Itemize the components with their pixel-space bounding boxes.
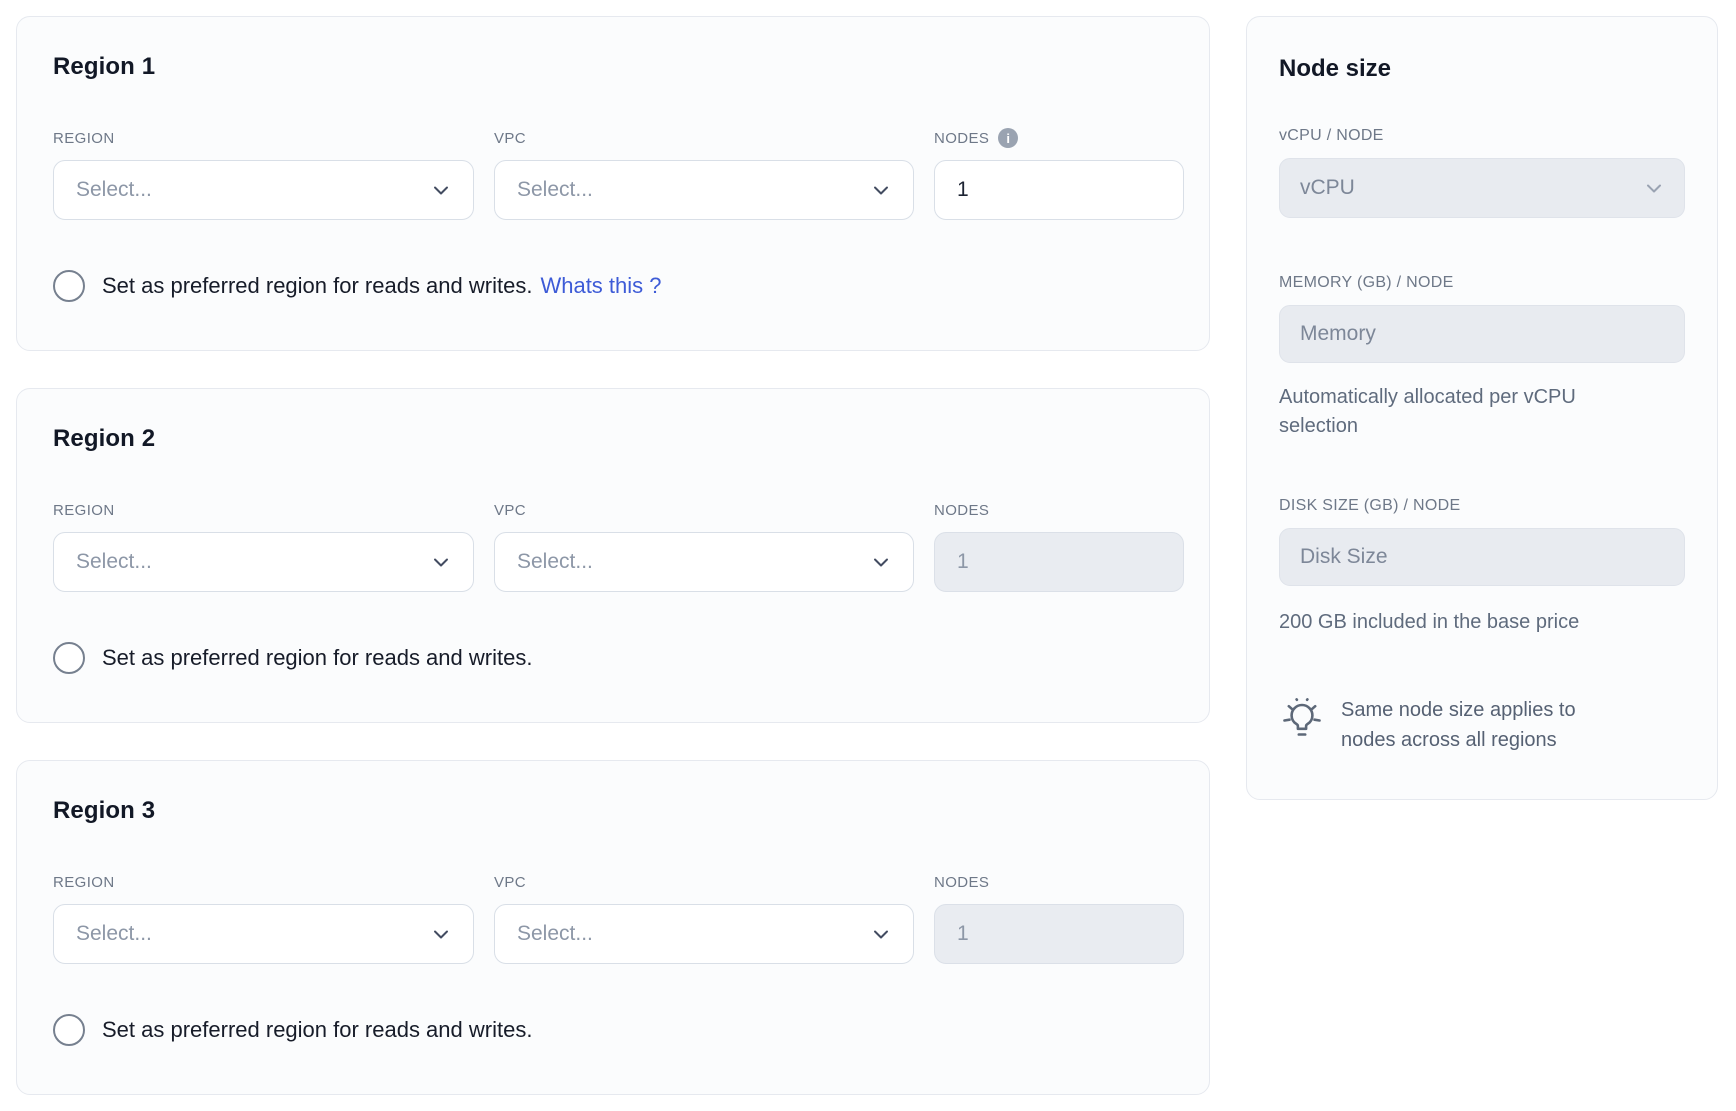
cluster-config-page: Region 1 REGION Select... VPC [0,0,1736,1111]
region-2-card: Region 2 REGION Select... VPC [16,388,1210,723]
region-2-vpc-label: VPC [494,501,914,519]
region-1-preferred-row: Set as preferred region for reads and wr… [53,270,1181,302]
disk-section: DISK SIZE (GB) / NODE 200 GB included in… [1279,497,1685,637]
region-label-text: REGION [53,874,115,891]
vpc-label-text: VPC [494,502,526,519]
memory-helper-text: Automatically allocated per vCPU selecti… [1279,383,1651,441]
memory-section: MEMORY (GB) / NODE Automatically allocat… [1279,274,1685,441]
vpc-select-placeholder: Select... [517,550,593,574]
region-label-text: REGION [53,130,115,147]
whats-this-link[interactable]: Whats this ? [540,273,661,299]
region-2-region-label: REGION [53,501,474,519]
chevron-down-icon [869,550,893,574]
vpc-select-placeholder: Select... [517,178,593,202]
region-1-nodes-label: NODES i [934,129,1184,147]
region-label-text: REGION [53,502,115,519]
region-3-nodes-input [934,904,1184,964]
nodes-label-text: NODES [934,874,989,891]
region-2-title: Region 2 [53,425,1181,453]
regions-column: Region 1 REGION Select... VPC [16,16,1210,1095]
region-1-nodes-input[interactable] [934,160,1184,220]
region-1-region-select[interactable]: Select... [53,160,474,220]
node-size-tip-text: Same node size applies to nodes across a… [1341,695,1613,755]
region-2-preferred-row: Set as preferred region for reads and wr… [53,642,1181,674]
nodes-label-text: NODES [934,502,989,519]
region-3-region-field: REGION Select... [53,873,474,964]
region-3-title: Region 3 [53,797,1181,825]
chevron-down-icon [869,922,893,946]
region-3-nodes-label: NODES [934,873,1184,891]
region-3-nodes-field: NODES [934,873,1184,964]
chevron-down-icon [429,550,453,574]
vcpu-select[interactable]: vCPU [1279,158,1685,218]
region-3-card: Region 3 REGION Select... VPC [16,760,1210,1095]
vpc-label-text: VPC [494,874,526,891]
lightbulb-icon [1279,693,1325,748]
region-2-preferred-label: Set as preferred region for reads and wr… [102,645,532,671]
region-select-placeholder: Select... [76,550,152,574]
node-size-title: Node size [1279,55,1685,83]
region-1-title: Region 1 [53,53,1181,81]
region-3-vpc-select[interactable]: Select... [494,904,914,964]
region-2-fields: REGION Select... VPC Select... [53,501,1181,592]
region-1-preferred-label: Set as preferred region for reads and wr… [102,273,532,299]
node-size-panel: Node size vCPU / NODE vCPU MEMORY (GB) /… [1246,16,1718,800]
region-2-region-field: REGION Select... [53,501,474,592]
nodes-label-text: NODES [934,130,989,147]
region-2-nodes-field: NODES [934,501,1184,592]
vcpu-label: vCPU / NODE [1279,127,1685,146]
region-1-vpc-select[interactable]: Select... [494,160,914,220]
region-2-nodes-input [934,532,1184,592]
region-select-placeholder: Select... [76,922,152,946]
region-3-vpc-label: VPC [494,873,914,891]
info-icon[interactable]: i [998,128,1018,148]
region-2-vpc-field: VPC Select... [494,501,914,592]
vpc-select-placeholder: Select... [517,922,593,946]
disk-size-label: DISK SIZE (GB) / NODE [1279,497,1685,516]
region-select-placeholder: Select... [76,178,152,202]
vcpu-select-placeholder: vCPU [1300,176,1355,200]
disk-helper-text: 200 GB included in the base price [1279,608,1651,637]
vpc-label-text: VPC [494,130,526,147]
node-size-tip: Same node size applies to nodes across a… [1279,695,1685,755]
region-1-vpc-field: VPC Select... [494,129,914,220]
chevron-down-icon [869,178,893,202]
region-3-preferred-row: Set as preferred region for reads and wr… [53,1014,1181,1046]
region-1-region-field: REGION Select... [53,129,474,220]
memory-input [1279,305,1685,363]
region-3-preferred-label: Set as preferred region for reads and wr… [102,1017,532,1043]
region-1-region-label: REGION [53,129,474,147]
region-1-card: Region 1 REGION Select... VPC [16,16,1210,351]
region-2-nodes-label: NODES [934,501,1184,519]
region-3-preferred-radio[interactable] [53,1014,85,1046]
region-1-vpc-label: VPC [494,129,914,147]
chevron-down-icon [429,178,453,202]
disk-size-input [1279,528,1685,586]
region-3-fields: REGION Select... VPC Select... [53,873,1181,964]
region-3-region-label: REGION [53,873,474,891]
chevron-down-icon [1642,176,1666,200]
region-2-preferred-radio[interactable] [53,642,85,674]
region-2-vpc-select[interactable]: Select... [494,532,914,592]
chevron-down-icon [429,922,453,946]
region-1-nodes-field: NODES i [934,129,1184,220]
region-1-fields: REGION Select... VPC Select... [53,129,1181,220]
region-3-region-select[interactable]: Select... [53,904,474,964]
region-2-region-select[interactable]: Select... [53,532,474,592]
region-1-preferred-radio[interactable] [53,270,85,302]
region-3-vpc-field: VPC Select... [494,873,914,964]
memory-label: MEMORY (GB) / NODE [1279,274,1685,293]
